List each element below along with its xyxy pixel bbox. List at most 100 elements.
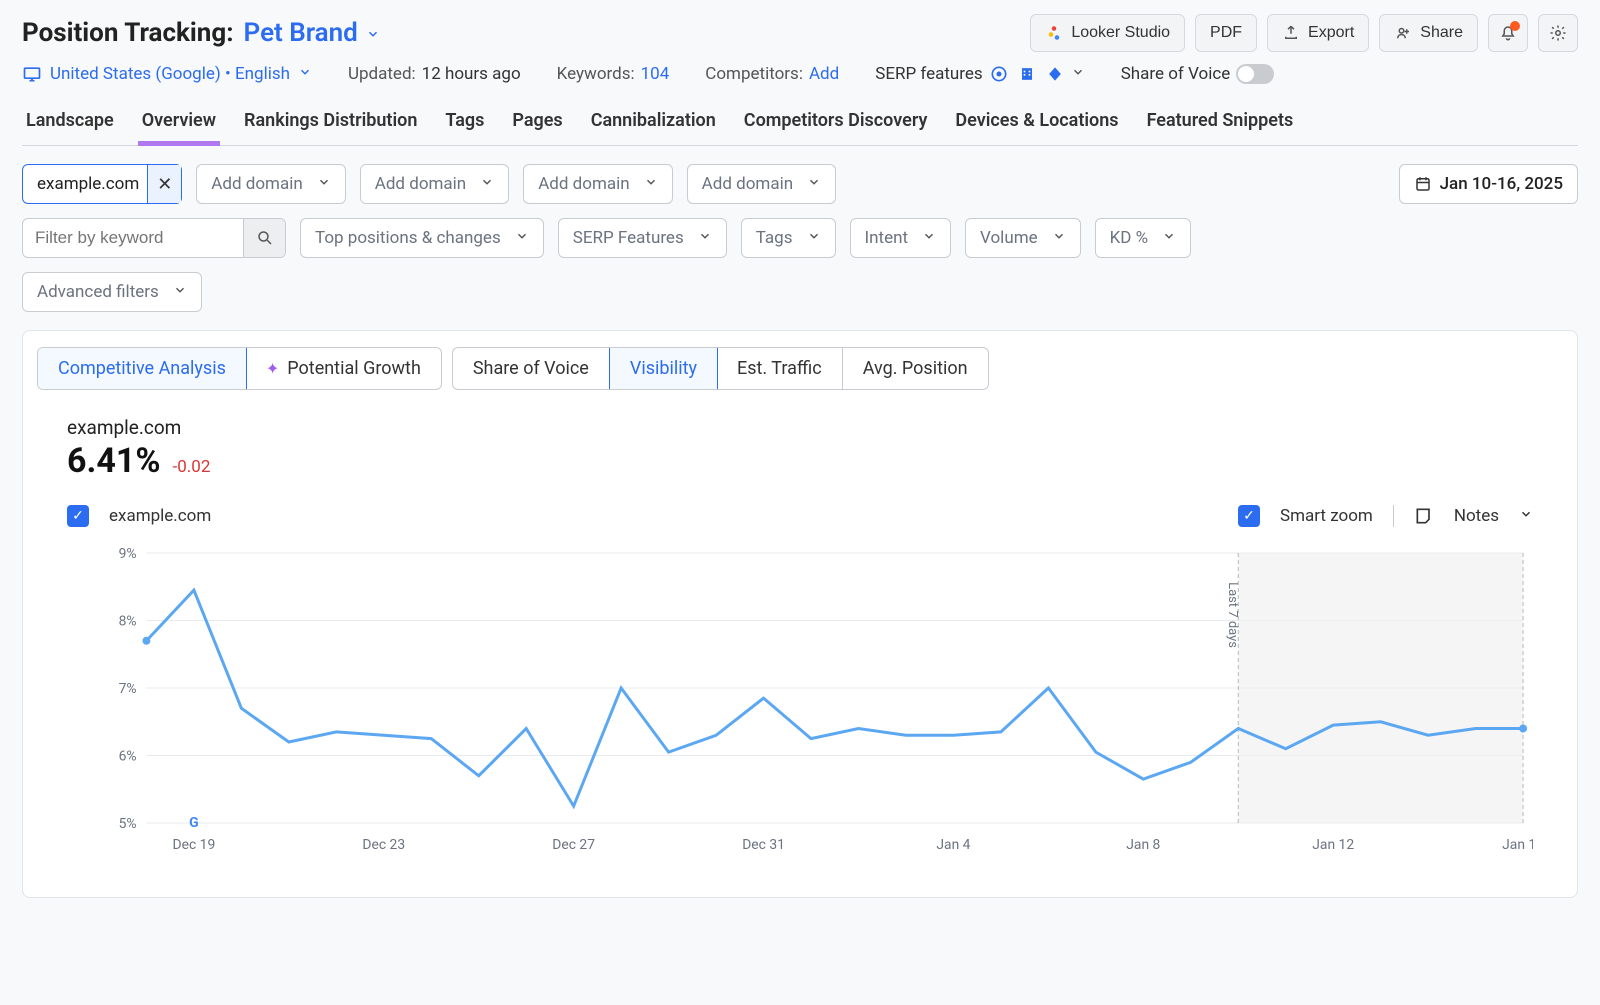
advanced-filters-chip[interactable]: Advanced filters: [22, 272, 202, 312]
metric-domain: example.com: [67, 416, 1533, 439]
serp-features-label: SERP features: [875, 64, 982, 84]
add-domain-label: Add domain: [211, 174, 302, 194]
calendar-icon: [1414, 175, 1432, 193]
serp-features-selector[interactable]: SERP features: [875, 64, 1084, 84]
segment-avg-position[interactable]: Avg. Position: [843, 348, 988, 389]
chevron-down-icon: [366, 18, 380, 48]
series-checkbox[interactable]: ✓: [67, 505, 89, 527]
locale-selector[interactable]: United States (Google) • English: [22, 64, 312, 84]
nav-tabs: Landscape Overview Rankings Distribution Ta…: [22, 102, 1578, 146]
looker-studio-button[interactable]: Looker Studio: [1030, 14, 1185, 52]
chevron-down-icon: [298, 64, 312, 84]
x-tick: Dec 19: [173, 837, 216, 853]
updated-stat: Updated: 12 hours ago: [348, 64, 521, 84]
y-tick: 8%: [119, 613, 137, 629]
keywords-count-link[interactable]: 104: [641, 64, 670, 84]
add-domain-label: Add domain: [702, 174, 793, 194]
close-icon[interactable]: ✕: [147, 165, 181, 203]
diamond-icon: [1045, 64, 1065, 84]
notes-label: Notes: [1454, 506, 1499, 526]
tab-competitors-discovery[interactable]: Competitors Discovery: [744, 102, 928, 145]
pdf-button[interactable]: PDF: [1195, 14, 1257, 52]
add-domain-label: Add domain: [375, 174, 466, 194]
notes-icon: [1414, 506, 1434, 526]
advanced-filters-label: Advanced filters: [37, 282, 159, 302]
locale-text: United States (Google) • English: [50, 64, 290, 84]
page-title: Position Tracking:: [22, 18, 234, 48]
chevron-down-icon: [807, 228, 821, 248]
filter-kd-[interactable]: KD %: [1095, 218, 1192, 258]
x-tick: Dec 27: [552, 837, 595, 853]
chevron-down-icon: [644, 174, 658, 194]
keywords-stat: Keywords: 104: [557, 64, 670, 84]
share-button[interactable]: Share: [1379, 14, 1478, 52]
add-domain-chip[interactable]: Add domain: [523, 164, 672, 204]
keyword-search-button[interactable]: [243, 219, 285, 257]
search-icon: [256, 229, 274, 247]
chevron-down-icon: [1162, 228, 1176, 248]
metric-delta: -0.02: [173, 457, 211, 477]
notification-badge: [1510, 21, 1520, 31]
add-domain-chip[interactable]: Add domain: [687, 164, 836, 204]
smart-zoom-label: Smart zoom: [1280, 506, 1373, 526]
filter-intent[interactable]: Intent: [850, 218, 952, 258]
segment-visibility[interactable]: Visibility: [609, 347, 718, 390]
visibility-chart: 5%6%7%8%9%Last 7 daysGDec 19Dec 23Dec 27…: [37, 533, 1563, 873]
tab-featured-snippets[interactable]: Featured Snippets: [1147, 102, 1294, 145]
tab-pages[interactable]: Pages: [512, 102, 562, 145]
sov-label: Share of Voice: [1121, 64, 1231, 84]
competitors-add-link[interactable]: Add: [809, 64, 839, 84]
gear-icon: [1549, 24, 1567, 42]
looker-label: Looker Studio: [1071, 24, 1170, 42]
sparkle-icon: ✦: [266, 359, 279, 378]
keyword-filter-input[interactable]: [23, 219, 243, 257]
x-tick: Jan 8: [1126, 837, 1160, 853]
export-label: Export: [1308, 24, 1354, 42]
segment-potential-growth[interactable]: ✦Potential Growth: [246, 348, 441, 389]
segment-competitive-analysis[interactable]: Competitive Analysis: [37, 347, 247, 390]
date-range-selector[interactable]: Jan 10-16, 2025: [1399, 164, 1578, 204]
chevron-down-icon: [807, 174, 821, 194]
filter-volume[interactable]: Volume: [965, 218, 1081, 258]
tab-cannibalization[interactable]: Cannibalization: [591, 102, 716, 145]
looker-icon: [1045, 24, 1063, 42]
settings-button[interactable]: [1538, 14, 1578, 52]
tab-devices-locations[interactable]: Devices & Locations: [955, 102, 1118, 145]
date-range-label: Jan 10-16, 2025: [1440, 174, 1563, 194]
smart-zoom-checkbox[interactable]: ✓: [1238, 505, 1260, 527]
x-tick: Dec 23: [362, 837, 405, 853]
tab-overview[interactable]: Overview: [142, 102, 216, 145]
share-of-voice-toggle[interactable]: Share of Voice: [1121, 64, 1275, 84]
domain-chip-label: example.com: [37, 174, 139, 194]
segment-share-of-voice[interactable]: Share of Voice: [453, 348, 610, 389]
tab-tags[interactable]: Tags: [445, 102, 484, 145]
chevron-down-icon: [922, 228, 936, 248]
metric-value: 6.41%: [67, 441, 161, 481]
add-domain-chip[interactable]: Add domain: [360, 164, 509, 204]
export-icon: [1282, 24, 1300, 42]
tab-rankings-distribution[interactable]: Rankings Distribution: [244, 102, 417, 145]
filter-tags[interactable]: Tags: [741, 218, 836, 258]
toggle-switch[interactable]: [1236, 64, 1274, 84]
add-domain-chip[interactable]: Add domain: [196, 164, 345, 204]
chevron-down-icon: [173, 282, 187, 302]
chevron-down-icon[interactable]: [1519, 506, 1533, 526]
notifications-button[interactable]: [1488, 14, 1528, 52]
google-update-icon: G: [189, 815, 198, 831]
x-tick: Jan 12: [1312, 837, 1354, 853]
export-button[interactable]: Export: [1267, 14, 1369, 52]
segment-est-traffic[interactable]: Est. Traffic: [717, 348, 843, 389]
shade-annotation: Last 7 days: [1225, 582, 1240, 648]
domain-chip[interactable]: example.com ✕: [22, 164, 182, 204]
filter-serp-features[interactable]: SERP Features: [558, 218, 727, 258]
y-tick: 6%: [119, 748, 137, 764]
chevron-down-icon: [317, 174, 331, 194]
chevron-down-icon: [1052, 228, 1066, 248]
y-tick: 5%: [119, 816, 137, 832]
filter-top-positions-changes[interactable]: Top positions & changes: [300, 218, 544, 258]
analysis-segments: Competitive Analysis✦Potential Growth: [37, 347, 442, 390]
x-tick: Jan 4: [936, 837, 970, 853]
y-tick: 7%: [119, 681, 137, 697]
brand-selector[interactable]: Pet Brand: [244, 18, 380, 48]
tab-landscape[interactable]: Landscape: [26, 102, 114, 145]
